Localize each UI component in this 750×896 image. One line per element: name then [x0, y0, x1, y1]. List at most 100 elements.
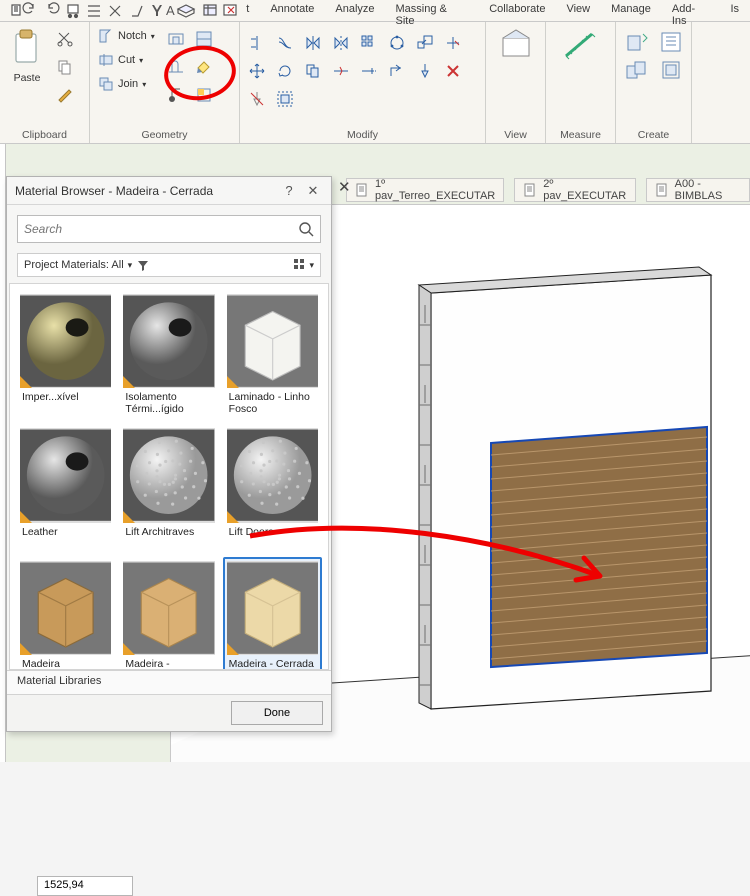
filter-icon[interactable] — [136, 258, 150, 272]
material-label: Isolamento Térmi...ígido — [123, 388, 214, 416]
extend-icon[interactable] — [356, 58, 382, 84]
material-grid: Imper...xível Isolamento Térmi...ígido Lam… — [10, 284, 328, 670]
array-polar-icon[interactable] — [384, 30, 410, 56]
project-materials-bar[interactable]: Project Materials: All ▾ ▾ — [17, 253, 321, 277]
cut-geom-button[interactable]: Cut▾ — [94, 48, 159, 72]
rotate-icon[interactable] — [272, 58, 298, 84]
material-item[interactable]: Lift Architraves — [119, 424, 218, 552]
material-item[interactable]: Lift Doors — [223, 424, 322, 552]
material-label: Laminado - Linho Fosco — [227, 388, 318, 416]
cut-icon[interactable] — [52, 26, 78, 52]
material-item[interactable]: Isolamento Térmi...ígido — [119, 290, 218, 420]
mirror-axis-icon[interactable] — [300, 30, 326, 56]
document-tab[interactable]: 1º pav_Terreo_EXECUTAR — [346, 178, 504, 202]
cut-geom-label: Cut — [118, 54, 135, 66]
join-button[interactable]: Join▾ — [94, 72, 159, 96]
material-item[interactable]: Leather — [16, 424, 115, 552]
panel-create: Create — [616, 22, 692, 143]
project-materials-label: Project Materials: All — [24, 259, 124, 271]
ribbon-tab[interactable]: Massing & Site — [386, 0, 480, 21]
panel-measure: Measure — [546, 22, 616, 143]
property-cell-value[interactable]: 1525,94 — [37, 876, 133, 896]
material-thumb — [123, 561, 214, 655]
search-input[interactable] — [24, 222, 298, 236]
material-label: Madeira — [20, 655, 111, 670]
view-dropdown[interactable] — [491, 24, 541, 104]
dialog-footer: Done — [7, 694, 331, 731]
done-button[interactable]: Done — [231, 701, 323, 725]
panel-title-modify: Modify — [244, 127, 481, 143]
ribbon-body: Paste Clipboard Notch▾ Cut▾ — [0, 22, 750, 144]
ribbon-tab[interactable]: Add-Ins — [662, 0, 721, 21]
svg-text:A: A — [166, 3, 175, 18]
material-label: Lift Architraves — [123, 523, 214, 549]
material-item[interactable]: Madeira - Cerejeira — [119, 557, 218, 670]
material-thumb — [227, 561, 318, 655]
demolish-icon[interactable] — [163, 82, 189, 108]
document-tab[interactable]: 2º pav_EXECUTAR — [514, 178, 635, 202]
pin-icon[interactable] — [412, 58, 438, 84]
dialog-titlebar[interactable]: Material Browser - Madeira - Cerrada ? ✕ — [7, 177, 331, 205]
help-icon[interactable]: ? — [277, 183, 301, 198]
ribbon-tab[interactable]: Annotate — [260, 0, 325, 21]
document-tab-strip: 1º pav_Terreo_EXECUTAR 2º pav_EXECUTAR A00… — [340, 178, 750, 204]
material-label: Lift Doors — [227, 523, 318, 549]
search-box[interactable] — [17, 215, 321, 243]
copy-icon[interactable] — [52, 54, 78, 80]
notch-button[interactable]: Notch▾ — [94, 24, 159, 48]
panel-view: View — [486, 22, 546, 143]
align-icon[interactable] — [244, 30, 270, 56]
clipboard-small — [52, 24, 78, 108]
split-icon[interactable] — [328, 58, 354, 84]
offset-icon[interactable] — [272, 30, 298, 56]
material-libraries-row[interactable]: Material Libraries — [7, 670, 331, 694]
material-item[interactable]: Laminado - Linho Fosco — [223, 290, 322, 420]
material-thumb — [20, 428, 111, 522]
panel-title-clipboard: Clipboard — [4, 127, 85, 143]
highlight-icon[interactable] — [191, 82, 217, 108]
ribbon-tab[interactable]: View — [556, 0, 601, 21]
material-label: Madeira - Cerrada — [227, 655, 318, 670]
mirror-draw-icon[interactable] — [328, 30, 354, 56]
delete-icon[interactable] — [440, 58, 466, 84]
create-assembly-icon[interactable] — [655, 54, 687, 86]
panel-title-measure: Measure — [550, 127, 611, 143]
ribbon-tab[interactable]: Collaborate — [479, 0, 556, 21]
measure-dropdown[interactable] — [554, 24, 608, 104]
panel-close-x[interactable]: ✕ — [338, 178, 351, 196]
ribbon-tab[interactable]: Manage — [601, 0, 662, 21]
trim-icon[interactable] — [440, 30, 466, 56]
scale-icon[interactable] — [412, 30, 438, 56]
split-face-icon[interactable] — [191, 26, 217, 52]
match-icon[interactable] — [52, 82, 78, 108]
corner-trim-icon[interactable] — [384, 58, 410, 84]
unpin-icon[interactable] — [244, 86, 270, 112]
view-mode-icon[interactable] — [293, 258, 307, 272]
sheet-icon — [355, 183, 369, 197]
paste-button[interactable]: Paste — [4, 24, 50, 104]
panel-modify: Modify — [240, 22, 486, 143]
copinglink-icon[interactable] — [163, 54, 189, 80]
qat-icons[interactable]: A — [6, 2, 246, 20]
move-icon[interactable] — [244, 58, 270, 84]
sheet-icon — [655, 183, 669, 197]
wall-opening-icon[interactable] — [163, 26, 189, 52]
modify-grid — [244, 28, 466, 112]
array-rect-icon[interactable] — [356, 30, 382, 56]
copy-modify-icon[interactable] — [300, 58, 326, 84]
group-icon[interactable] — [272, 86, 298, 112]
material-label: Madeira - Cerejeira — [123, 655, 214, 670]
paste-label: Paste — [14, 72, 41, 84]
document-tab-label: A00 - BIMBLAS — [675, 178, 741, 202]
ribbon-tab[interactable]: Analyze — [325, 0, 385, 21]
material-grid-wrap: Imper...xível Isolamento Térmi...ígido Lam… — [9, 283, 329, 670]
material-item[interactable]: Madeira - Cerrada — [223, 557, 322, 670]
panel-clipboard: Paste Clipboard — [0, 22, 90, 143]
ribbon-tab[interactable]: Is — [720, 0, 750, 21]
material-item[interactable]: Madeira — [16, 557, 115, 670]
create-group-icon[interactable] — [621, 54, 653, 86]
document-tab[interactable]: A00 - BIMBLAS — [646, 178, 750, 202]
close-icon[interactable]: ✕ — [301, 183, 325, 199]
paint-icon[interactable] — [191, 54, 217, 80]
material-item[interactable]: Imper...xível — [16, 290, 115, 420]
